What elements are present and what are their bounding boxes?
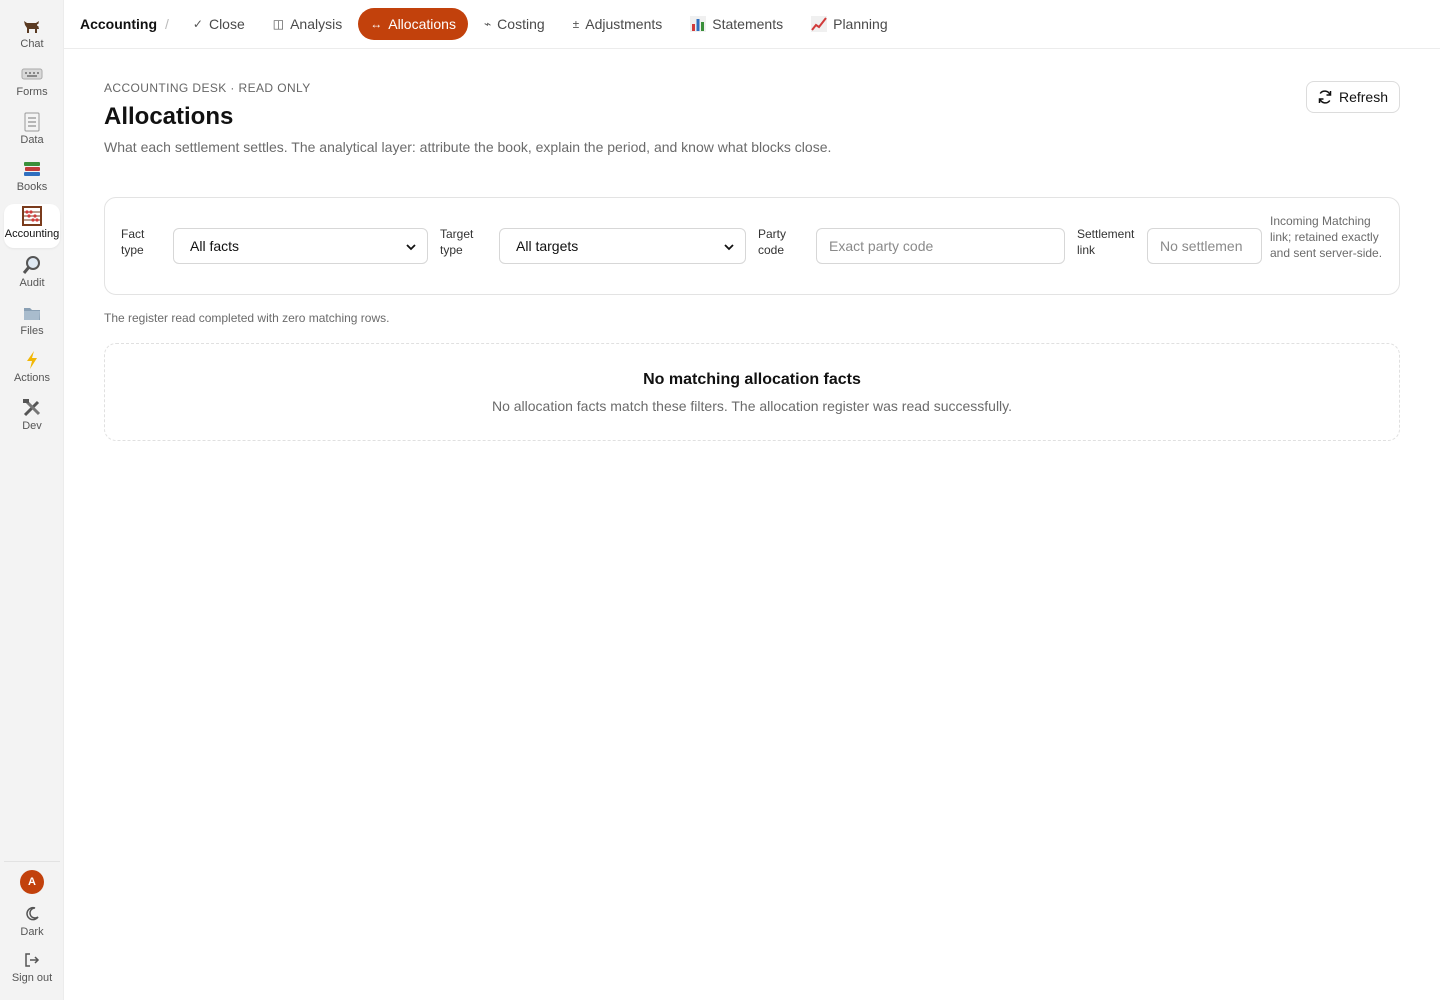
- party-code-input[interactable]: Exact party code: [816, 228, 1065, 264]
- tab-label: Statements: [712, 16, 784, 32]
- tilde-arrow-icon: ⌁: [483, 17, 492, 31]
- books-icon: [22, 159, 42, 179]
- ox-icon: [21, 16, 43, 36]
- chevron-down-icon: [723, 240, 735, 256]
- page-eyebrow: ACCOUNTING DESK · READ ONLY: [104, 81, 311, 95]
- settlement-link-hint: Incoming Matching link; retained exactly…: [1270, 214, 1383, 260]
- settlement-link-label: Settlement link: [1077, 227, 1135, 257]
- folder-icon: [22, 303, 42, 323]
- theme-toggle-label: Dark: [20, 926, 44, 938]
- empty-state-title: No matching allocation facts: [643, 371, 861, 388]
- sidebar-item-label: Dev: [22, 420, 42, 432]
- sidebar-item-chat[interactable]: Chat: [4, 14, 60, 58]
- check-icon: ✓: [192, 17, 203, 31]
- trend-chart-icon: [811, 16, 828, 32]
- sidebar-divider: [4, 861, 60, 862]
- moon-icon: [24, 904, 40, 924]
- sign-out-button[interactable]: Sign out: [4, 948, 60, 992]
- tab-costing[interactable]: ⌁ Costing: [472, 8, 557, 40]
- sidebar-item-data[interactable]: Data: [4, 110, 60, 154]
- page-description: What each settlement settles. The analyt…: [104, 139, 832, 155]
- sidebar: Chat Forms Data Books Accounting Audit F…: [0, 0, 64, 1000]
- empty-state-description: No allocation facts match these filters.…: [491, 398, 1013, 414]
- theme-toggle-button[interactable]: Dark: [4, 902, 60, 946]
- lightning-icon: [24, 350, 40, 370]
- fact-type-label: Fact type: [121, 227, 145, 257]
- split-panel-icon: ◫: [272, 17, 285, 31]
- tab-planning[interactable]: Planning: [799, 8, 900, 40]
- keyboard-icon: [21, 64, 43, 84]
- abacus-icon: [22, 206, 42, 226]
- refresh-label: Refresh: [1338, 89, 1388, 105]
- chevron-down-icon: [405, 240, 417, 256]
- sidebar-item-books[interactable]: Books: [4, 157, 60, 201]
- magnifier-icon: [22, 255, 42, 275]
- breadcrumb-separator: /: [165, 16, 169, 32]
- settlement-link-input[interactable]: No settlemen: [1147, 228, 1262, 264]
- sidebar-item-audit[interactable]: Audit: [4, 253, 60, 297]
- tab-label: Costing: [497, 16, 545, 32]
- tab-label: Adjustments: [585, 16, 663, 32]
- sidebar-item-actions[interactable]: Actions: [4, 348, 60, 392]
- sidebar-item-files[interactable]: Files: [4, 301, 60, 345]
- tab-label: Close: [208, 16, 245, 32]
- sidebar-item-label: Chat: [20, 38, 44, 50]
- sidebar-item-label: Audit: [19, 277, 45, 289]
- refresh-button[interactable]: Refresh: [1305, 81, 1400, 113]
- target-type-label: Target type: [440, 227, 474, 257]
- breadcrumb[interactable]: Accounting: [80, 16, 157, 32]
- tab-label: Allocations: [388, 16, 456, 32]
- party-code-label: Party code: [758, 227, 787, 257]
- sidebar-item-label: Files: [20, 325, 44, 337]
- tab-statements[interactable]: Statements: [678, 8, 795, 40]
- tools-icon: [22, 398, 42, 418]
- plus-minus-icon: ±: [572, 17, 580, 31]
- sidebar-item-label: Actions: [13, 372, 51, 384]
- avatar[interactable]: A: [20, 870, 44, 894]
- sidebar-item-label: Data: [20, 134, 44, 146]
- sidebar-item-label: Forms: [16, 86, 48, 98]
- sidebar-item-label: Books: [16, 181, 48, 193]
- tab-allocations[interactable]: ↔ Allocations: [358, 8, 468, 40]
- sidebar-item-label: Accounting: [4, 228, 60, 240]
- sign-out-icon: [24, 950, 40, 970]
- tab-analysis[interactable]: ◫ Analysis: [261, 8, 354, 40]
- sidebar-item-dev[interactable]: Dev: [4, 396, 60, 440]
- refresh-icon: [1317, 89, 1333, 105]
- tab-adjustments[interactable]: ± Adjustments: [561, 8, 675, 40]
- tab-close[interactable]: ✓ Close: [181, 8, 257, 40]
- sidebar-item-forms[interactable]: Forms: [4, 62, 60, 106]
- page-title: Allocations: [104, 103, 234, 130]
- top-navigation: Accounting / ✓ Close ◫ Analysis ↔ Alloca…: [64, 0, 1440, 49]
- tab-label: Analysis: [290, 16, 343, 32]
- target-type-select[interactable]: All targets: [499, 228, 746, 264]
- filter-panel: Fact type All facts Target type All targ…: [104, 197, 1400, 295]
- fact-type-value: All facts: [190, 238, 240, 254]
- target-type-value: All targets: [516, 238, 579, 254]
- sidebar-item-accounting[interactable]: Accounting: [4, 204, 60, 248]
- tab-label: Planning: [833, 16, 888, 32]
- arrows-left-right-icon: ↔: [370, 17, 383, 31]
- empty-state: No matching allocation facts No allocati…: [104, 343, 1400, 441]
- status-message: The register read completed with zero ma…: [104, 311, 390, 325]
- fact-type-select[interactable]: All facts: [173, 228, 428, 264]
- spreadsheet-icon: [23, 112, 41, 132]
- bar-chart-icon: [690, 16, 707, 32]
- sign-out-label: Sign out: [11, 972, 53, 984]
